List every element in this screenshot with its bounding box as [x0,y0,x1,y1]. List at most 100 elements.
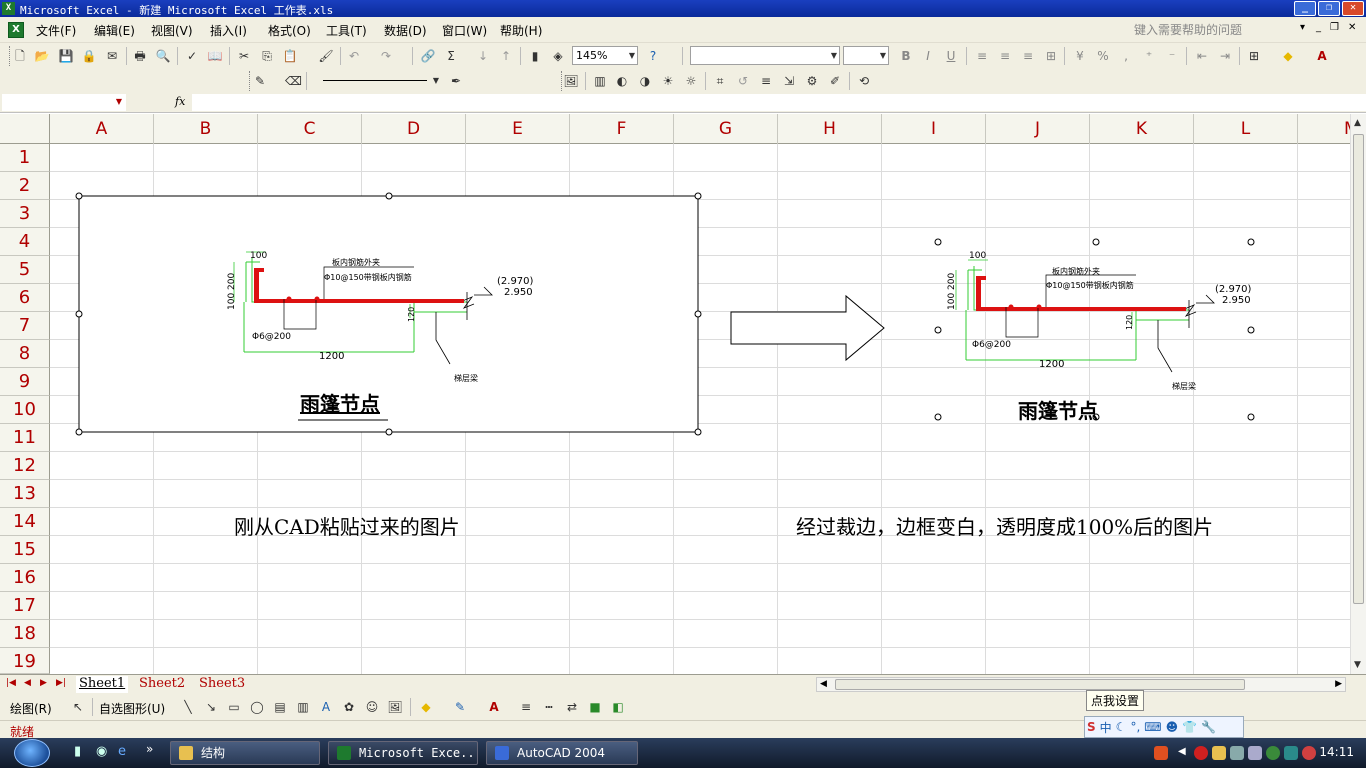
zoom-select[interactable]: 145% ▼ [572,46,638,65]
help-icon[interactable]: ? [645,48,661,64]
rectangle-tool-icon[interactable]: ▭ [226,699,242,715]
row-header[interactable]: 17 [0,592,50,620]
ime-mode[interactable]: 中 [1100,719,1112,736]
menu-tools[interactable]: 工具(T) [326,22,367,39]
email-icon[interactable]: ✉ [104,48,120,64]
menu-insert[interactable]: 插入(I) [210,22,247,39]
column-header[interactable]: D [362,114,466,144]
merge-center-icon[interactable]: ⊞ [1043,48,1059,64]
horizontal-scrollbar[interactable]: ◀ ▶ [816,677,1346,692]
diagram-icon[interactable]: ✿ [341,699,357,715]
name-box[interactable]: ▼ [2,94,126,111]
format-painter-icon[interactable]: 🖌 [318,48,334,64]
currency-icon[interactable]: ¥ [1072,48,1088,64]
wordart-icon[interactable]: A [318,699,334,715]
column-header[interactable]: I [882,114,986,144]
row-header[interactable]: 3 [0,200,50,228]
taskbar-item-folder[interactable]: 结构 [170,741,320,765]
sheet-tab-sheet1[interactable]: Sheet1 [76,676,129,693]
less-brightness-icon[interactable]: ☼ [683,73,699,89]
row-header[interactable]: 18 [0,620,50,648]
sogou-logo-icon[interactable]: S [1087,720,1096,734]
sheet-tab-sheet2[interactable]: Sheet2 [136,676,188,693]
row-header[interactable]: 15 [0,536,50,564]
fill-color-icon[interactable]: ◆ [418,699,434,715]
vertical-scrollbar[interactable]: ▲ ▼ [1350,114,1366,674]
tray-expand-icon[interactable]: ◀ [1178,746,1192,760]
compress-picture-icon[interactable]: ⇲ [781,73,797,89]
print-preview-icon[interactable]: 🔍 [155,48,171,64]
vertical-text-box-icon[interactable]: ▥ [295,699,311,715]
toolbar-grip[interactable] [2,46,10,66]
row-header[interactable]: 13 [0,480,50,508]
skin-icon[interactable]: 👕 [1182,720,1197,734]
font-color-icon[interactable]: A [1314,48,1330,64]
minimize-button[interactable]: _ [1294,1,1316,16]
pen-color-icon[interactable]: ✒ [448,73,464,89]
restore-button[interactable]: ❐ [1318,1,1340,16]
fill-color-icon[interactable]: ◆ [1280,48,1296,64]
ie-icon[interactable]: e [118,744,126,759]
tray-volume-icon[interactable] [1248,746,1262,760]
row-header[interactable]: 14 [0,508,50,536]
chevron-down-icon[interactable]: ▼ [116,97,122,106]
italic-icon[interactable]: I [920,48,936,64]
row-header[interactable]: 6 [0,284,50,312]
row-header[interactable]: 9 [0,368,50,396]
align-left-icon[interactable]: ≡ [974,48,990,64]
save-icon[interactable]: 💾 [58,48,74,64]
increase-decimal-icon[interactable]: ⁺ [1141,48,1157,64]
row-header[interactable]: 19 [0,648,50,674]
bold-icon[interactable]: B [898,48,914,64]
column-header[interactable]: C [258,114,362,144]
prev-sheet-icon[interactable]: ◀ [24,678,31,688]
crop-icon[interactable]: ⌗ [712,73,728,89]
menu-edit[interactable]: 编辑(E) [94,22,135,39]
column-header[interactable]: H [778,114,882,144]
row-header[interactable]: 12 [0,452,50,480]
edit-comment-icon[interactable]: ✎ [252,73,268,89]
rotate-icon[interactable]: ↺ [735,73,751,89]
column-header[interactable]: F [570,114,674,144]
row-header[interactable]: 8 [0,340,50,368]
new-icon[interactable]: 🗋 [12,48,28,64]
line-tool-icon[interactable]: ╲ [180,699,196,715]
3d-style-icon[interactable]: ◧ [610,699,626,715]
cut-icon[interactable]: ✂ [236,48,252,64]
menu-data[interactable]: 数据(D) [384,22,427,39]
clock[interactable]: 14:11 [1319,745,1354,759]
select-objects-icon[interactable]: ↖ [70,699,86,715]
scroll-thumb[interactable] [835,679,1245,690]
sort-descending-icon[interactable]: ↑ [498,48,514,64]
help-question-box[interactable]: 键入需要帮助的问题 [1134,21,1294,38]
row-header[interactable]: 5 [0,256,50,284]
align-right-icon[interactable]: ≡ [1020,48,1036,64]
row-header[interactable]: 2 [0,172,50,200]
workbook-icon[interactable]: X [8,22,24,38]
autoshapes-menu-button[interactable]: 自选图形(U) [99,700,165,717]
toolbar-grip[interactable] [242,71,250,91]
dash-style-icon[interactable]: ┅ [541,699,557,715]
column-header[interactable]: K [1090,114,1194,144]
hyperlink-icon[interactable]: 🔗 [420,48,436,64]
arrow-tool-icon[interactable]: ↘ [203,699,219,715]
copy-icon[interactable]: ⎘ [259,48,275,64]
font-size-select[interactable]: ▼ [843,46,889,65]
ime-toolbar[interactable]: S 中 ☾ °, ⌨ ☻ 👕 🔧 [1084,716,1244,738]
cropped-cad-picture-right[interactable]: 100 100 200 板内钢筋外夹 Φ10@150带钢板内钢筋 (2.970)… [932,236,1257,422]
pasted-cad-picture-left[interactable]: 100 100 200 板内钢筋外夹 Φ10@150带钢板内钢筋 (2.970)… [74,192,704,436]
quicklaunch-icon[interactable]: ◉ [96,744,107,759]
taskbar-item-excel[interactable]: Microsoft Exce... [328,741,478,765]
more-chevron-icon[interactable]: » [146,742,153,756]
tray-icon[interactable] [1302,746,1316,760]
font-color-icon[interactable]: A [486,699,502,715]
percent-icon[interactable]: % [1095,48,1111,64]
column-header[interactable]: M [1298,114,1350,144]
doc-minimize-icon[interactable]: _ [1316,22,1321,33]
menu-help[interactable]: 帮助(H) [500,22,542,39]
menu-view[interactable]: 视图(V) [151,22,193,39]
color-mode-icon[interactable]: ▥ [592,73,608,89]
permission-icon[interactable]: 🔒 [81,48,97,64]
line-color-icon[interactable]: ✎ [452,699,468,715]
insert-picture-icon[interactable]: 🖼 [563,73,579,89]
